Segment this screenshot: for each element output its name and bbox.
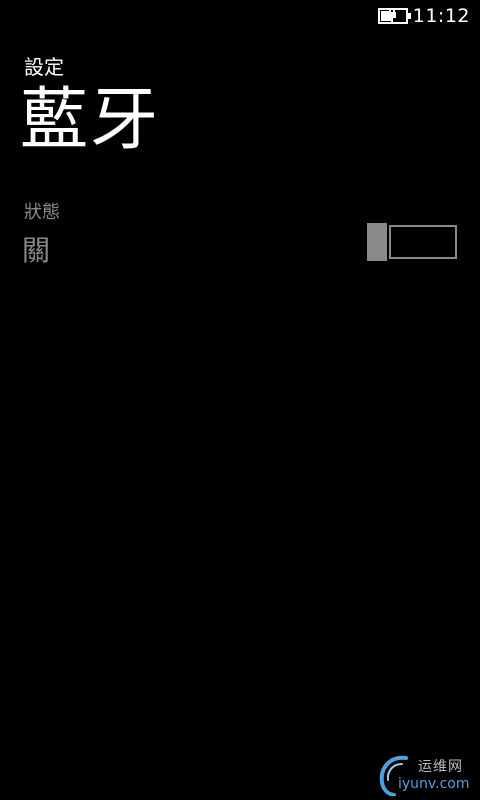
- page-title: 藍牙: [20, 81, 161, 160]
- status-bar: 11:12: [0, 0, 480, 32]
- toggle-track: [389, 225, 457, 259]
- watermark-url: iyunv.com: [398, 776, 470, 792]
- battery-charging-icon: [378, 8, 411, 24]
- status-label: 狀態: [24, 202, 60, 223]
- watermark: 运维网 iyunv.com: [376, 752, 476, 796]
- toggle-thumb[interactable]: [367, 223, 387, 261]
- status-value: 關: [22, 234, 51, 267]
- bluetooth-settings-screen: 11:12 設定 藍牙 狀態 關 运维网 iyunv.com: [0, 0, 480, 800]
- status-clock: 11:12: [412, 5, 470, 27]
- watermark-text: 运维网: [418, 759, 463, 775]
- bluetooth-toggle-switch[interactable]: [367, 223, 457, 261]
